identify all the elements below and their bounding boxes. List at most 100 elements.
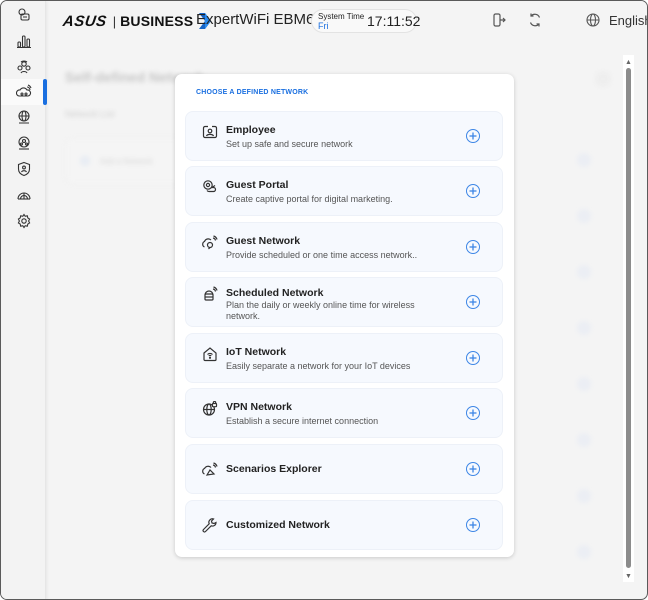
network-name: Scenarios Explorer [226,463,322,475]
add-network-button[interactable] [466,129,480,143]
bg-add-icon [577,153,591,167]
bg-add-icon [577,209,591,223]
brand-separator: | [112,13,117,29]
scroll-up-arrow-icon[interactable]: ▲ [625,59,632,66]
scheduled-network-icon [202,286,218,302]
scroll-thumb[interactable] [626,68,631,568]
scenarios-explorer-icon [202,462,218,478]
vpn-globe-icon [202,400,218,417]
system-time-label: System Time [318,12,365,21]
network-option-vpn-network[interactable]: VPN Network Establish a secure internet … [185,388,503,438]
bg-add-icon [577,265,591,279]
wan-globe-icon [17,110,30,124]
network-name: Guest Network [226,235,301,247]
network-description: Plan the daily or weekly online time for… [226,300,415,321]
system-day: Fri [318,21,329,31]
add-network-button[interactable] [466,240,480,254]
modal-title: CHOOSE A DEFINED NETWORK [196,89,309,96]
plus-icon [469,243,477,251]
system-clock: 17:11:52 [367,13,421,29]
network-name: Guest Portal [226,179,289,191]
guest-portal-icon [202,179,218,195]
device-model: ExpertWiFi EBM68 [196,11,323,28]
sidebar-item-security[interactable] [1,157,46,181]
plus-icon [469,521,477,529]
network-option-guest-network[interactable]: Guest Network Provide scheduled or one t… [185,222,503,272]
sidebar-item-self-defined-network[interactable] [1,79,46,105]
plus-icon [469,298,477,306]
network-name: Employee [226,124,276,136]
add-network-card: Add a Network [65,137,185,185]
add-network-button[interactable] [466,351,480,365]
network-description: Easily separate a network for your IoT d… [226,361,411,371]
asus-business-logo: ASUS | BUSINESS [61,12,212,30]
plus-icon [469,409,477,417]
employee-badge-icon [202,124,218,140]
sidebar-item-vpn[interactable] [1,183,46,207]
network-option-employee[interactable]: Employee Set up safe and secure network [185,111,503,161]
plus-icon [469,187,477,195]
bg-add-icon [577,489,591,503]
plus-icon [469,465,477,473]
network-option-iot-network[interactable]: IoT Network Easily separate a network fo… [185,333,503,383]
language-selector[interactable]: English ▼ [585,12,648,28]
plus-icon [469,132,477,140]
add-network-button[interactable] [466,184,480,198]
lan-icon [17,136,30,150]
network-description: Create captive portal for digital market… [226,194,393,204]
sidebar-item-wan[interactable] [1,105,46,129]
sidebar-item-dashboard[interactable] [1,3,46,27]
network-option-guest-portal[interactable]: Guest Portal Create captive portal for d… [185,166,503,216]
sidebar-item-statistics[interactable] [1,29,46,53]
brand-suffix: BUSINESS [120,13,194,29]
scroll-down-arrow-icon[interactable]: ▼ [625,573,632,580]
help-icon [595,71,611,87]
sidebar-item-settings[interactable] [1,209,46,233]
bg-add-icon [577,545,591,559]
wrench-icon [202,518,218,534]
network-name: Scheduled Network [226,287,324,299]
bg-add-icon [577,321,591,335]
refresh-icon[interactable] [527,12,543,28]
sidebar-item-network-users[interactable] [1,55,46,79]
network-option-scenarios-explorer[interactable]: Scenarios Explorer [185,444,503,494]
statistics-icon [16,35,31,49]
add-network-button[interactable] [466,295,480,309]
sidebar-item-lan[interactable] [1,131,46,155]
network-name: IoT Network [226,346,287,358]
network-description: Set up safe and secure network [226,139,353,149]
add-icon [80,156,90,166]
guest-network-icon [202,235,218,251]
logout-icon[interactable] [491,12,507,28]
globe-icon [586,13,600,27]
brand-name: ASUS [61,12,108,30]
plus-icon [469,354,477,362]
add-network-button[interactable] [466,406,480,420]
network-users-icon [16,60,31,74]
vpn-icon [16,192,31,200]
security-shield-icon [17,161,30,177]
network-description: Provide scheduled or one time access net… [226,250,418,260]
network-name: VPN Network [226,401,292,413]
sidebar-active-indicator [43,79,47,105]
bg-add-icon [577,433,591,447]
sidebar [1,1,46,599]
network-option-customized-network[interactable]: Customized Network [185,500,503,550]
page-scrollbar[interactable]: ▲ ▼ [623,55,634,582]
bg-add-icon [577,377,591,391]
language-label: English [609,12,648,28]
network-name: Customized Network [226,519,330,531]
self-defined-network-icon [15,84,32,97]
app-window: ASUS | BUSINESS ExpertWiFi EBM68 System … [0,0,648,600]
page-subtitle: Network List [65,109,115,119]
add-network-button[interactable] [466,462,480,476]
system-time-widget: System Time Fri 17:11:52 [311,9,421,33]
dashboard-icon [17,8,30,21]
add-network-button[interactable] [466,518,480,532]
choose-network-modal: CHOOSE A DEFINED NETWORK Employee Set up… [175,74,514,557]
network-option-scheduled-network[interactable]: Scheduled Network Plan the daily or week… [185,277,503,327]
add-network-label: Add a Network [100,157,153,166]
network-description: Establish a secure internet connection [226,416,379,426]
settings-gear-icon [17,213,30,229]
iot-home-icon [202,346,218,362]
